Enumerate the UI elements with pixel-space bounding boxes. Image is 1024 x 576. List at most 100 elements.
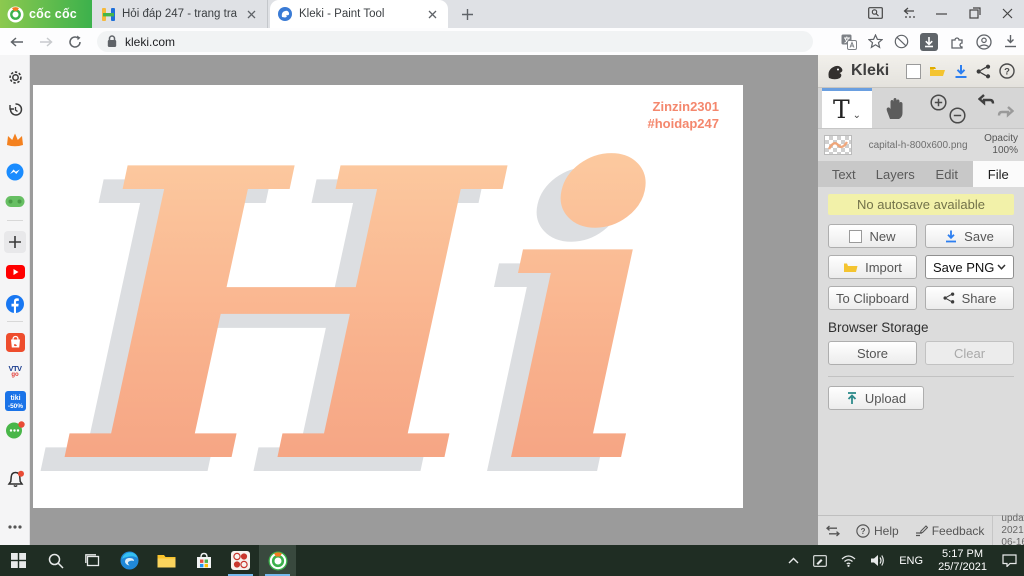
close-tab-icon[interactable] <box>244 7 259 22</box>
to-clipboard-button[interactable]: To Clipboard <box>828 286 917 310</box>
download-manager-icon[interactable] <box>920 32 938 51</box>
sidebar-more-icon[interactable] <box>0 525 30 529</box>
swap-arrows-icon <box>826 525 840 536</box>
tab-hoidap247[interactable]: Hỏi đáp 247 - trang tra loi <box>94 0 268 28</box>
svg-text:?: ? <box>861 526 866 535</box>
extensions-puzzle-icon[interactable] <box>949 34 965 50</box>
tray-expand-icon[interactable] <box>781 545 806 576</box>
chat-badge-icon[interactable] <box>0 421 30 439</box>
save-button[interactable]: Save <box>925 224 1014 248</box>
input-pen-icon[interactable] <box>806 545 834 576</box>
language-indicator[interactable]: ENG <box>892 545 930 576</box>
import-button[interactable]: Import <box>828 255 917 279</box>
svg-text:-50%: -50% <box>7 403 22 410</box>
downloads-tray-icon[interactable] <box>1003 34 1018 49</box>
chess-app-icon[interactable] <box>222 545 259 576</box>
messenger-icon[interactable] <box>0 163 30 181</box>
tab-kleki[interactable]: Kleki - Paint Tool <box>270 0 448 28</box>
lock-icon[interactable] <box>107 35 117 48</box>
settings-gear-icon[interactable] <box>0 69 30 86</box>
save-arrow-icon <box>946 230 957 242</box>
back-button[interactable] <box>10 36 24 48</box>
redo-icon[interactable] <box>996 106 1014 122</box>
url-field[interactable]: kleki.com <box>97 31 813 52</box>
task-view-icon[interactable] <box>74 545 111 576</box>
bookmark-star-icon[interactable] <box>868 34 883 49</box>
action-center-icon[interactable] <box>995 545 1024 576</box>
store-button[interactable]: Store <box>828 341 917 365</box>
open-folder-icon[interactable] <box>929 64 946 78</box>
browser-tab-strip: cốc cốc Hỏi đáp 247 - trang tra loi Klek… <box>0 0 1024 28</box>
undo-icon[interactable] <box>978 94 996 110</box>
microsoft-store-icon[interactable] <box>185 545 222 576</box>
tab-layers[interactable]: Layers <box>870 161 922 187</box>
shopee-icon[interactable] <box>0 333 30 352</box>
reload-button[interactable] <box>68 35 82 49</box>
minimize-button[interactable] <box>925 0 958 26</box>
share-icon[interactable] <box>975 64 992 79</box>
youtube-icon[interactable] <box>0 265 30 279</box>
kleki-toolbar: T ⌄ <box>818 88 1024 129</box>
edge-browser-icon[interactable] <box>111 545 148 576</box>
shield-block-icon[interactable] <box>894 34 909 49</box>
share-button[interactable]: Share <box>925 286 1014 310</box>
coccoc-taskbar-icon[interactable] <box>259 545 296 576</box>
forward-button[interactable] <box>39 36 53 48</box>
maximize-button[interactable] <box>958 0 991 26</box>
save-download-icon[interactable] <box>952 64 969 79</box>
kleki-panel: Kleki ? T ⌄ capital-h-800x600.png Opacit… <box>818 55 1024 548</box>
screen-search-icon[interactable] <box>859 0 892 26</box>
coccoc-logo-icon <box>7 6 24 23</box>
vtvgo-icon[interactable]: VTV go <box>0 364 30 378</box>
url-text: kleki.com <box>125 34 176 49</box>
upload-button[interactable]: Upload <box>828 386 924 410</box>
wifi-icon[interactable] <box>834 545 863 576</box>
zoom-out-icon[interactable] <box>949 107 966 124</box>
file-explorer-icon[interactable] <box>148 545 185 576</box>
volume-icon[interactable] <box>863 545 892 576</box>
add-shortcut-button[interactable] <box>0 231 30 253</box>
text-tool-button[interactable]: T ⌄ <box>822 88 872 128</box>
hand-tool-icon[interactable] <box>882 95 908 121</box>
sidebar-divider <box>7 220 23 221</box>
facebook-icon[interactable] <box>0 295 30 313</box>
tab-edit[interactable]: Edit <box>921 161 973 187</box>
swap-layout-button[interactable] <box>818 516 848 545</box>
feedback-link[interactable]: Feedback <box>907 516 993 545</box>
help-link[interactable]: ? Help <box>848 516 907 545</box>
rewards-crown-icon[interactable] <box>0 132 30 147</box>
kleki-header: Kleki ? <box>818 55 1024 88</box>
clear-button[interactable]: Clear <box>925 341 1014 365</box>
new-image-icon[interactable] <box>905 63 922 79</box>
notification-bell-icon[interactable] <box>0 470 30 489</box>
new-tab-button[interactable] <box>458 5 477 24</box>
layer-thumbnail[interactable] <box>824 135 852 155</box>
start-button[interactable] <box>0 545 37 576</box>
kleki-logo-icon <box>826 62 845 81</box>
drawing-canvas[interactable]: Hi Hi Zinzin2301 #hoidap247 <box>33 85 743 508</box>
zoom-in-icon[interactable] <box>930 94 947 111</box>
translate-icon[interactable] <box>841 34 857 50</box>
history-icon[interactable] <box>0 101 30 118</box>
games-gamepad-icon[interactable] <box>0 195 30 208</box>
tab-text[interactable]: Text <box>818 161 870 187</box>
taskbar-clock[interactable]: 5:17 PM 25/7/2021 <box>930 548 995 574</box>
kleki-workspace[interactable]: Hi Hi Zinzin2301 #hoidap247 <box>30 55 818 545</box>
opacity-indicator[interactable]: Opacity 100% <box>984 133 1018 157</box>
tab-title: Kleki - Paint Tool <box>299 8 385 20</box>
coccoc-brand[interactable]: cốc cốc <box>0 0 92 28</box>
help-icon[interactable]: ? <box>999 63 1016 79</box>
back-dotted-icon[interactable] <box>892 0 925 26</box>
tiki-icon[interactable]: tiki -50% <box>0 391 30 411</box>
autosave-banner: No autosave available <box>828 194 1014 215</box>
new-button[interactable]: New <box>828 224 917 248</box>
close-window-button[interactable] <box>991 0 1024 26</box>
taskbar-search-icon[interactable] <box>37 545 74 576</box>
close-tab-icon[interactable] <box>425 7 440 22</box>
sidebar-divider <box>7 321 23 322</box>
profile-avatar-icon[interactable] <box>976 33 992 50</box>
tab-file[interactable]: File <box>972 161 1024 187</box>
browser-storage-label: Browser Storage <box>828 320 929 335</box>
save-format-select[interactable]: Save PNG <box>925 255 1014 279</box>
share-icon <box>943 292 954 304</box>
